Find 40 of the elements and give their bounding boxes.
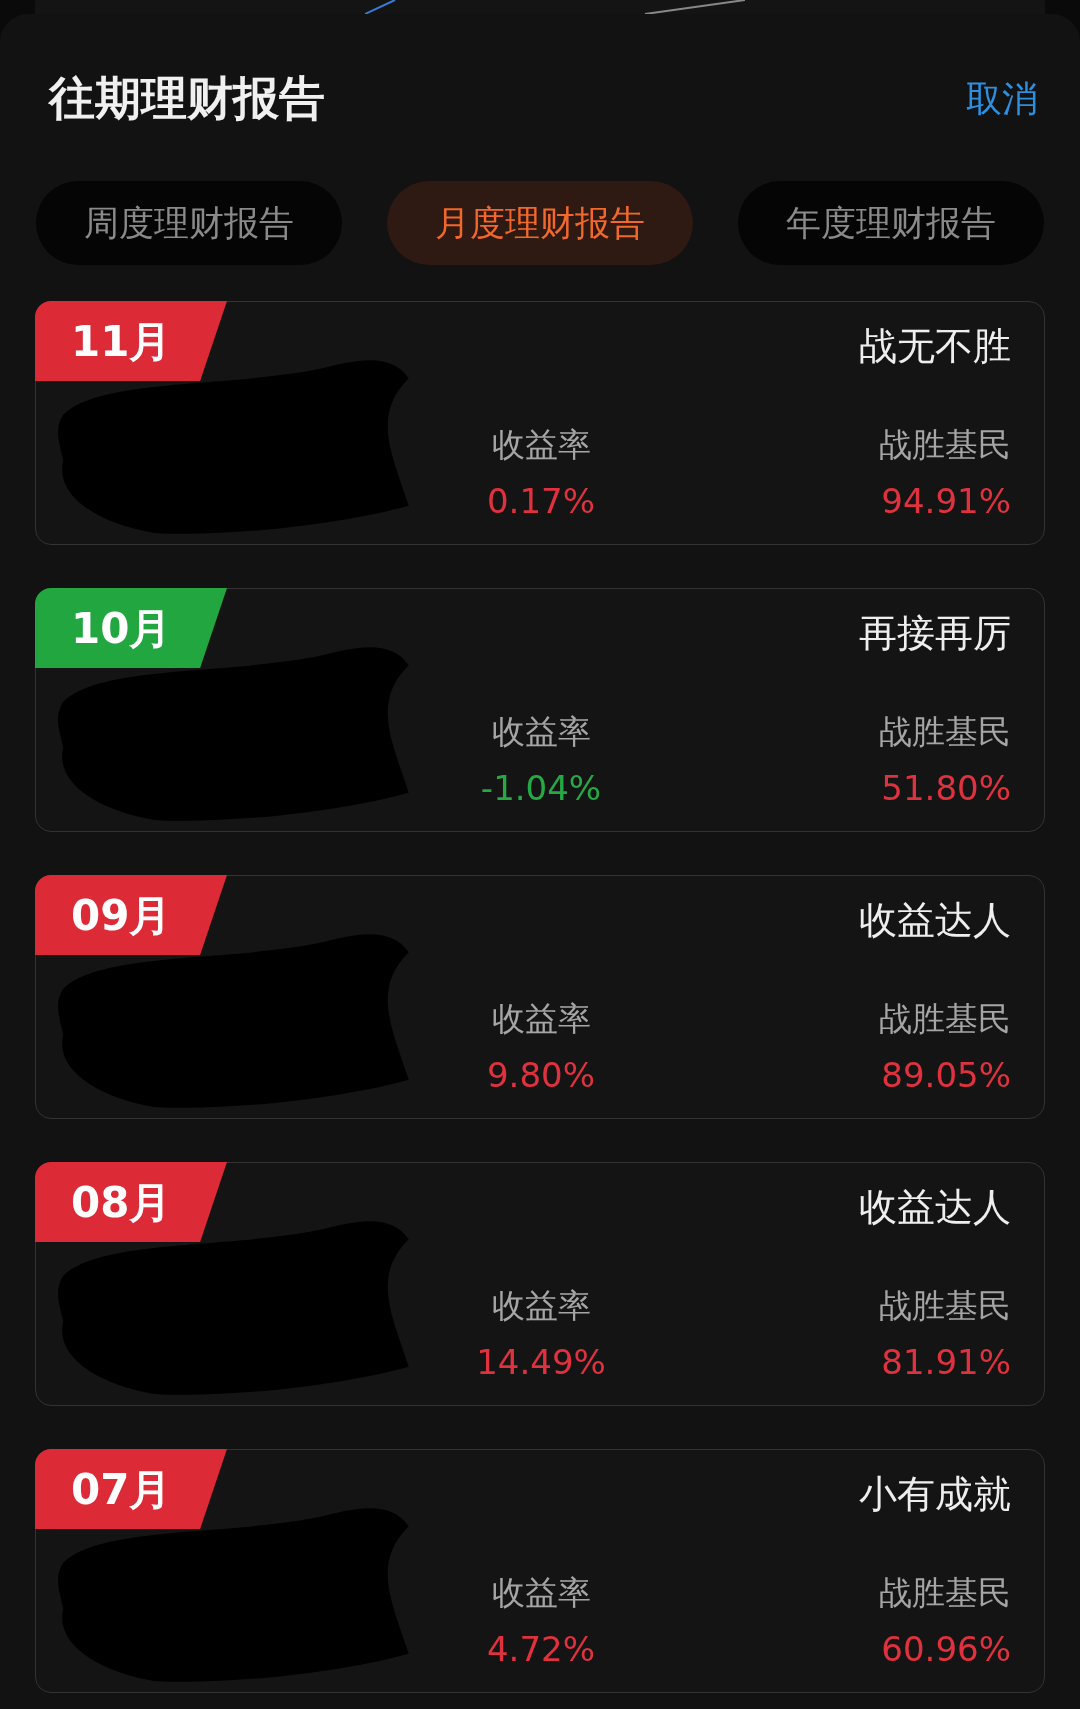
beat-investors-value: 89.05%	[881, 1053, 1011, 1097]
month-badge: 10月	[35, 588, 227, 668]
beat-investors-label: 战胜基民	[879, 998, 1011, 1040]
month-badge: 07月	[35, 1449, 227, 1529]
report-title: 再接再厉	[859, 610, 1011, 657]
return-rate-value: -1.04%	[480, 766, 602, 810]
report-title: 收益达人	[859, 1184, 1011, 1231]
report-card[interactable]: 09月 收益达人 收益率 9.80% 战胜基民 89.05%	[35, 875, 1045, 1119]
sheet-title: 往期理财报告	[49, 70, 325, 127]
report-tab[interactable]: 周度理财报告	[36, 181, 342, 265]
return-rate-value: 0.17%	[487, 479, 595, 523]
report-title: 收益达人	[859, 897, 1011, 944]
beat-investors-value: 81.91%	[881, 1340, 1011, 1384]
report-tab[interactable]: 月度理财报告	[387, 181, 693, 265]
beat-investors-value: 51.80%	[881, 766, 1011, 810]
return-rate-label: 收益率	[491, 1285, 591, 1327]
return-rate-label: 收益率	[491, 1572, 591, 1614]
beat-investors-label: 战胜基民	[879, 1285, 1011, 1327]
cancel-button[interactable]: 取消	[966, 71, 1038, 126]
report-title: 小有成就	[859, 1471, 1011, 1518]
beat-investors-value: 94.91%	[881, 479, 1011, 523]
report-card[interactable]: 10月 再接再厉 收益率 -1.04% 战胜基民 51.80%	[35, 588, 1045, 832]
report-card[interactable]: 11月 战无不胜 收益率 0.17% 战胜基民 94.91%	[35, 301, 1045, 545]
return-rate-label: 收益率	[491, 998, 591, 1040]
beat-investors-value: 60.96%	[881, 1627, 1011, 1671]
beat-investors-label: 战胜基民	[879, 711, 1011, 753]
beat-investors-label: 战胜基民	[879, 424, 1011, 466]
return-rate-value: 4.72%	[487, 1627, 595, 1671]
report-title: 战无不胜	[859, 323, 1011, 370]
return-rate-label: 收益率	[491, 711, 591, 753]
report-card[interactable]: 08月 收益达人 收益率 14.49% 战胜基民 81.91%	[35, 1162, 1045, 1406]
month-badge: 09月	[35, 875, 227, 955]
return-rate-label: 收益率	[491, 424, 591, 466]
beat-investors-label: 战胜基民	[879, 1572, 1011, 1614]
return-rate-value: 9.80%	[487, 1053, 595, 1097]
month-badge: 11月	[35, 301, 227, 381]
report-tab[interactable]: 年度理财报告	[738, 181, 1044, 265]
month-badge: 08月	[35, 1162, 227, 1242]
return-rate-value: 14.49%	[476, 1340, 606, 1384]
report-card[interactable]: 07月 小有成就 收益率 4.72% 战胜基民 60.96%	[35, 1449, 1045, 1693]
